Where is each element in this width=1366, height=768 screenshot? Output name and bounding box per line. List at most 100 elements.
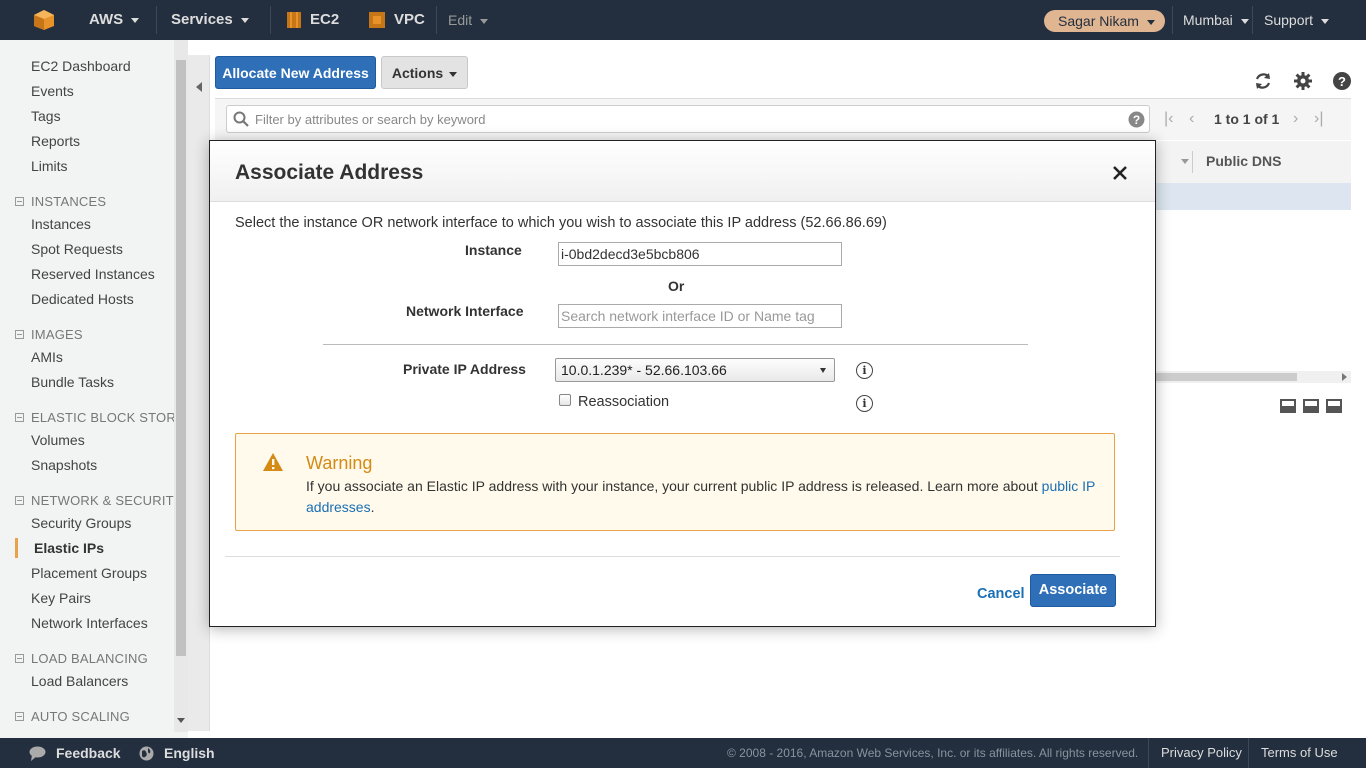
region-menu[interactable]: Mumbai	[1183, 0, 1249, 40]
close-icon[interactable]	[1110, 163, 1130, 183]
sidebar-scrollbar-thumb[interactable]	[176, 60, 186, 656]
actions-label: Actions	[391, 65, 444, 81]
section-instances[interactable]: INSTANCES	[15, 194, 106, 209]
dialog-header: Associate Address	[210, 141, 1155, 202]
sidebar-item-spot-requests[interactable]: Spot Requests	[31, 241, 123, 257]
sidebar-item-key-pairs[interactable]: Key Pairs	[31, 590, 91, 606]
warning-message: If you associate an Elastic IP address w…	[306, 476, 1096, 518]
section-title: AUTO SCALING	[31, 709, 130, 724]
divider	[436, 6, 437, 34]
feedback-link[interactable]: Feedback	[56, 738, 121, 768]
sort-icon[interactable]	[1181, 159, 1189, 164]
info-icon[interactable]: i	[856, 362, 873, 379]
sidebar-item-placement-groups[interactable]: Placement Groups	[31, 565, 147, 581]
terms-of-use-link[interactable]: Terms of Use	[1261, 738, 1338, 768]
layout-bottom-icon[interactable]	[1280, 399, 1296, 413]
warning-box: Warning If you associate an Elastic IP a…	[235, 433, 1115, 531]
dialog-description: Select the instance OR network interface…	[235, 215, 887, 231]
dropdown-arrow-icon	[820, 368, 826, 373]
sidebar-collapse-toggle[interactable]	[188, 55, 210, 731]
sidebar-item-network-interfaces[interactable]: Network Interfaces	[31, 615, 148, 631]
support-menu[interactable]: Support	[1264, 0, 1330, 40]
network-interface-input[interactable]: Search network interface ID or Name tag	[558, 304, 842, 328]
divider	[1248, 738, 1249, 768]
last-page-icon[interactable]: ›|	[1314, 110, 1323, 128]
vpc-shortcut[interactable]: VPC	[394, 0, 425, 40]
scroll-down-arrow-icon[interactable]	[177, 718, 185, 723]
sidebar-item-security-groups[interactable]: Security Groups	[31, 515, 131, 531]
feedback-icon	[29, 746, 46, 761]
reassociation-label: Reassociation	[578, 394, 670, 410]
help-icon[interactable]: ?	[1332, 71, 1352, 91]
warning-icon	[263, 453, 283, 471]
instance-input[interactable]: i-0bd2decd3e5bcb806	[558, 242, 842, 266]
cancel-button[interactable]: Cancel	[977, 586, 1025, 602]
warning-end: .	[370, 499, 375, 515]
actions-button[interactable]: Actions	[381, 56, 468, 89]
svg-text:?: ?	[1133, 113, 1140, 127]
divider	[225, 556, 1120, 557]
aws-logo-icon[interactable]	[33, 9, 55, 31]
sidebar-item-ec2-dashboard[interactable]: EC2 Dashboard	[31, 58, 131, 74]
chevron-down-icon	[1146, 19, 1155, 25]
prev-page-icon[interactable]: ‹	[1189, 110, 1194, 128]
edit-menu[interactable]: Edit	[448, 0, 489, 40]
sidebar-item-snapshots[interactable]: Snapshots	[31, 457, 97, 473]
language-selector[interactable]: English	[164, 738, 215, 768]
active-indicator	[15, 538, 18, 558]
info-icon[interactable]: i	[856, 395, 873, 412]
section-images[interactable]: IMAGES	[15, 327, 83, 342]
column-header-public-dns[interactable]: Public DNS	[1206, 153, 1281, 169]
globe-icon	[139, 746, 154, 761]
filter-search-input[interactable]: Filter by attributes or search by keywor…	[226, 105, 1150, 133]
ec2-shortcut[interactable]: EC2	[310, 0, 339, 40]
pagination-text: 1 to 1 of 1	[1214, 111, 1280, 127]
gear-icon[interactable]	[1293, 71, 1313, 91]
aws-menu[interactable]: AWS	[89, 0, 140, 40]
services-menu[interactable]: Services	[171, 0, 249, 40]
next-page-icon[interactable]: ›	[1293, 110, 1298, 128]
section-title: ELASTIC BLOCK STORE	[31, 410, 185, 425]
sidebar-item-dedicated-hosts[interactable]: Dedicated Hosts	[31, 291, 134, 307]
user-menu[interactable]: Sagar Nikam	[1044, 10, 1165, 32]
top-navbar: AWS Services EC2 VPC Edit Sagar Nikam Mu…	[0, 0, 1366, 40]
section-ebs[interactable]: ELASTIC BLOCK STORE	[15, 410, 185, 425]
privacy-policy-link[interactable]: Privacy Policy	[1161, 738, 1242, 768]
sidebar-item-amis[interactable]: AMIs	[31, 349, 63, 365]
scroll-right-arrow-icon[interactable]	[1342, 373, 1347, 381]
column-divider	[1192, 151, 1193, 173]
scrollbar-thumb[interactable]	[1155, 373, 1297, 381]
layout-split-icon[interactable]	[1303, 399, 1319, 413]
copyright-text: © 2008 - 2016, Amazon Web Services, Inc.…	[727, 746, 1139, 760]
vpc-shortcut-label: VPC	[394, 11, 425, 28]
sidebar-item-load-balancers[interactable]: Load Balancers	[31, 673, 128, 689]
sidebar-item-tags[interactable]: Tags	[31, 108, 61, 124]
section-auto-scaling[interactable]: AUTO SCALING	[15, 709, 130, 724]
sidebar-item-elastic-ips[interactable]: Elastic IPs	[34, 540, 104, 556]
sidebar-item-limits[interactable]: Limits	[31, 158, 68, 174]
section-title: LOAD BALANCING	[31, 651, 148, 666]
first-page-icon[interactable]: |‹	[1164, 110, 1173, 128]
sidebar-item-reports[interactable]: Reports	[31, 133, 80, 149]
refresh-icon[interactable]	[1253, 71, 1273, 91]
help-icon[interactable]: ?	[1128, 111, 1145, 128]
table-row[interactable]	[1155, 183, 1351, 210]
sidebar-item-bundle-tasks[interactable]: Bundle Tasks	[31, 374, 114, 390]
sidebar-item-reserved-instances[interactable]: Reserved Instances	[31, 266, 155, 282]
section-load-balancing[interactable]: LOAD BALANCING	[15, 651, 148, 666]
private-ip-select[interactable]: 10.0.1.239* - 52.66.103.66	[555, 358, 835, 382]
chevron-down-icon	[480, 18, 489, 24]
associate-button[interactable]: Associate	[1030, 574, 1116, 607]
sidebar-item-volumes[interactable]: Volumes	[31, 432, 85, 448]
allocate-new-address-button[interactable]: Allocate New Address	[215, 56, 376, 89]
private-ip-value: 10.0.1.239* - 52.66.103.66	[561, 362, 727, 378]
ec2-shortcut-label: EC2	[310, 11, 340, 28]
sidebar-item-events[interactable]: Events	[31, 83, 74, 99]
section-network-security[interactable]: NETWORK & SECURITY	[15, 493, 183, 508]
sidebar-item-instances[interactable]: Instances	[31, 216, 91, 232]
vpc-service-icon	[369, 12, 385, 28]
section-title: IMAGES	[31, 327, 83, 342]
table-horizontal-scrollbar[interactable]	[1155, 371, 1351, 383]
layout-full-icon[interactable]	[1326, 399, 1342, 413]
reassociation-checkbox[interactable]	[559, 394, 571, 406]
